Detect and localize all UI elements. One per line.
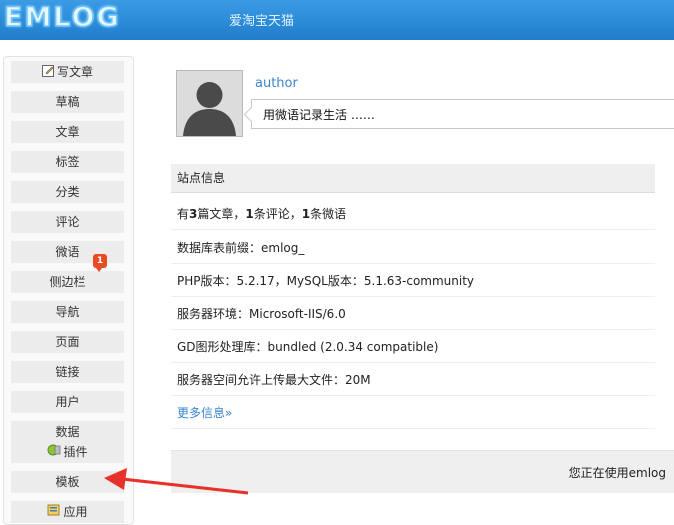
sidebar-item-label: 插件: [63, 445, 88, 459]
sidebar-item-links[interactable]: 链接: [11, 361, 124, 383]
sidebar-item-label: 模板: [55, 475, 80, 489]
sidebar-item-templates[interactable]: 模板: [11, 471, 124, 493]
twitter-input[interactable]: 用微语记录生活 ……: [251, 99, 674, 129]
sidebar-item-categories[interactable]: 分类: [11, 181, 124, 203]
app-icon: [47, 502, 61, 524]
sidebar-item-label: 微语: [55, 245, 80, 259]
siteinfo-gd-library: GD图形处理库：bundled (2.0.34 compatible): [171, 332, 655, 363]
siteinfo-stats: 有3篇文章，1条评论，1条微语: [171, 199, 655, 230]
sidebar-nav: 写文章 草稿 文章 标签 分类 评论 微语 侧边栏 导航 页面 链接 用户 数据…: [3, 56, 134, 525]
siteinfo-server-env: 服务器环境：Microsoft-IIS/6.0: [171, 299, 655, 330]
sidebar-item-comments[interactable]: 评论: [11, 211, 124, 233]
sidebar-item-label: 分类: [55, 185, 80, 199]
more-info-link[interactable]: 更多信息»: [177, 406, 232, 420]
twitter-input-placeholder: 用微语记录生活 ……: [263, 108, 375, 122]
sidebar-item-label: 页面: [55, 335, 80, 349]
siteinfo-upload-limit: 服务器空间允许上传最大文件：20M: [171, 365, 655, 396]
stats-text: 篇文章，: [197, 207, 246, 221]
pencil-icon: [41, 62, 55, 84]
sidebar-item-users[interactable]: 用户: [11, 391, 124, 413]
stats-text: 有: [177, 207, 190, 221]
sidebar-item-write[interactable]: 写文章: [11, 61, 124, 83]
sidebar-item-widgets[interactable]: 侧边栏: [11, 271, 124, 293]
plugin-icon: [47, 442, 61, 464]
sidebar-item-label: 草稿: [55, 95, 80, 109]
siteinfo-db-prefix: 数据库表前缀：emlog_: [171, 233, 655, 264]
footer-text: 您正在使用emlog: [568, 466, 666, 480]
emlog-logo[interactable]: EMLOG: [3, 1, 121, 34]
sidebar-item-twitter[interactable]: 微语: [11, 241, 124, 263]
avatar-silhouette-icon: [177, 71, 242, 136]
top-header: EMLOG 爱淘宝天猫: [0, 0, 674, 40]
sidebar-item-drafts[interactable]: 草稿: [11, 91, 124, 113]
sidebar-item-data[interactable]: 数据: [11, 421, 124, 443]
sidebar-item-apps[interactable]: 应用: [11, 501, 124, 523]
siteinfo-more-row: 更多信息»: [171, 398, 655, 429]
site-name-link[interactable]: 爱淘宝天猫: [229, 10, 294, 29]
sidebar-item-tags[interactable]: 标签: [11, 151, 124, 173]
sidebar-item-label: 评论: [55, 215, 80, 229]
avatar[interactable]: [176, 70, 243, 137]
sidebar-item-plugins[interactable]: 插件: [11, 441, 124, 463]
siteinfo-title: 站点信息: [171, 164, 655, 193]
sidebar-item-articles[interactable]: 文章: [11, 121, 124, 143]
author-link[interactable]: author: [255, 76, 298, 91]
sidebar-item-label: 数据: [55, 425, 80, 439]
stats-text: 条评论，: [253, 207, 302, 221]
sidebar-item-label: 导航: [55, 305, 80, 319]
sidebar-item-label: 用户: [55, 395, 80, 409]
comment-count: 1: [245, 207, 254, 221]
sidebar-item-label: 侧边栏: [49, 275, 86, 289]
sidebar-item-label: 写文章: [56, 65, 93, 79]
sidebar-item-label: 标签: [55, 155, 80, 169]
sidebar-item-label: 应用: [63, 505, 88, 519]
stats-text: 条微语: [310, 207, 347, 221]
comment-count-badge: 1: [93, 254, 107, 272]
twitter-count: 1: [301, 207, 311, 221]
siteinfo-php-version: PHP版本：5.2.17，MySQL版本：5.1.63-community: [171, 266, 655, 297]
sidebar-item-label: 链接: [55, 365, 80, 379]
sidebar-item-label: 文章: [55, 125, 80, 139]
sidebar-item-pages[interactable]: 页面: [11, 331, 124, 353]
sidebar-item-navigation[interactable]: 导航: [11, 301, 124, 323]
footer-bar: 您正在使用emlog: [171, 450, 674, 493]
